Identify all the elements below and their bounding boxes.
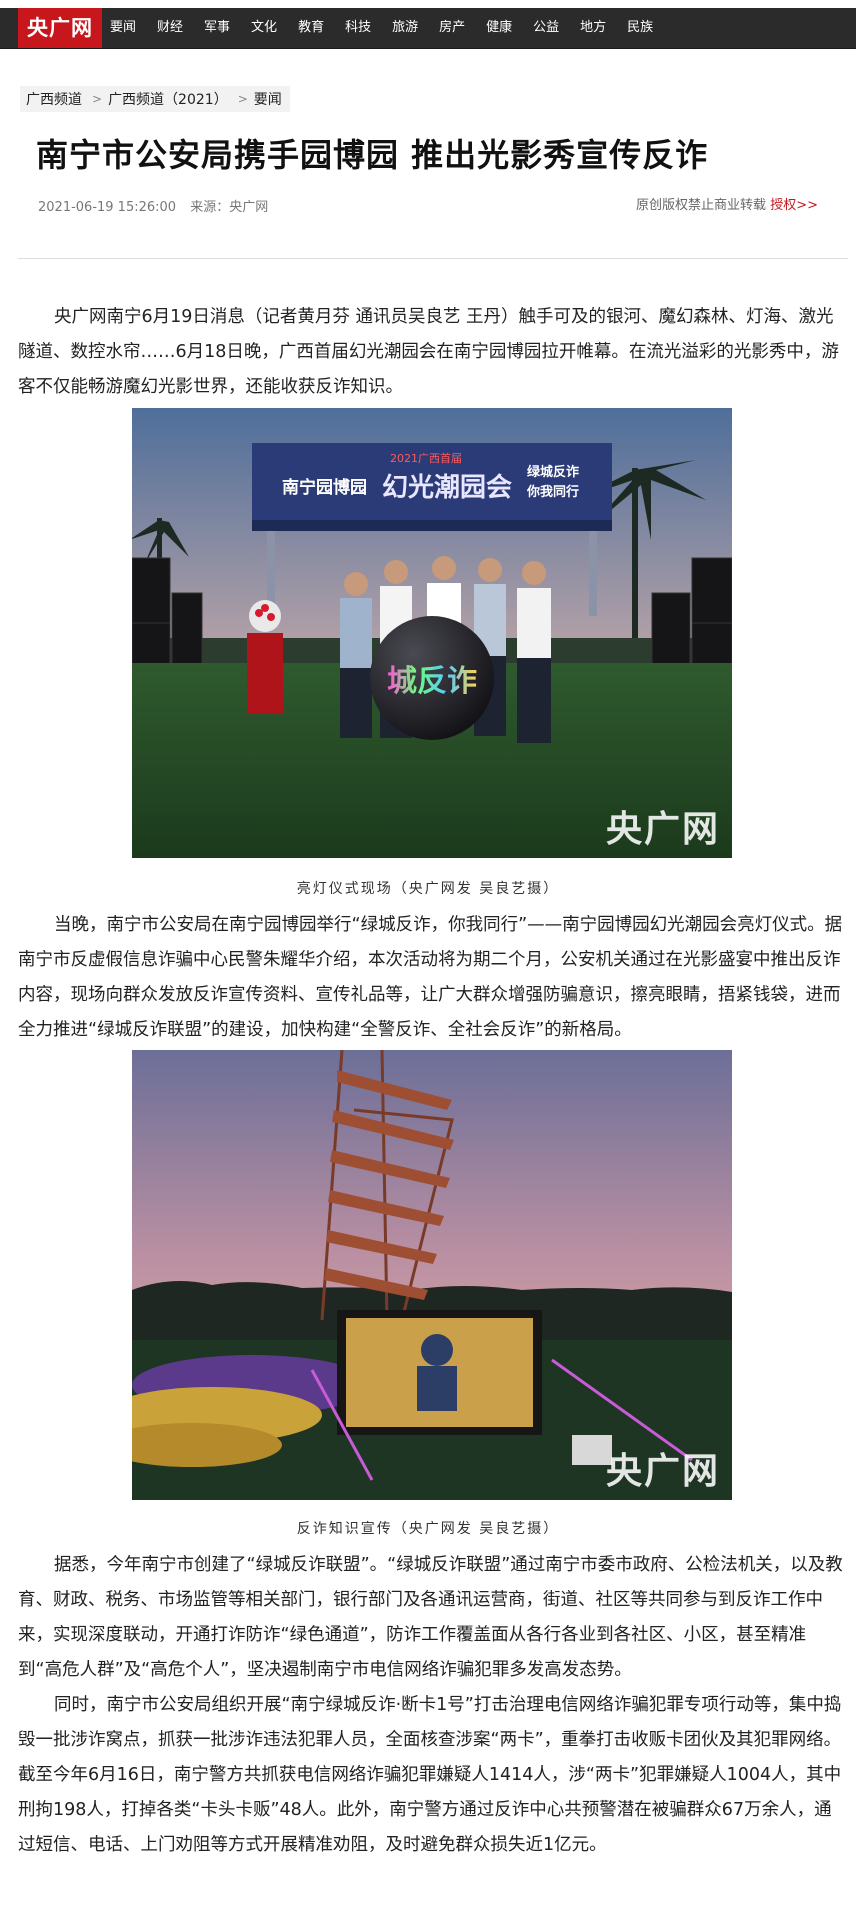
nav-item-travel[interactable]: 旅游 <box>392 8 418 48</box>
breadcrumb-item-guangxi-2021[interactable]: 广西频道（2021） <box>108 89 228 109</box>
breadcrumb-item-guangxi[interactable]: 广西频道 <box>26 89 82 109</box>
main-nav: 要闻 财经 军事 文化 教育 科技 旅游 房产 健康 公益 地方 民族 <box>110 8 674 48</box>
publish-date: 2021-06-19 15:26:00 <box>38 200 177 215</box>
header-divider <box>18 258 848 259</box>
article-paragraph: 当晚，南宁市公安局在南宁园博园举行“绿城反诈，你我同行”——南宁园博园幻光潮园会… <box>18 915 843 1040</box>
photo-watermark: 央广网 <box>605 1451 720 1492</box>
article-paragraph: 据悉，今年南宁市创建了“绿城反诈联盟”。“绿城反诈联盟”通过南宁市委市政府、公检… <box>18 1555 843 1680</box>
copyright-text: 原创版权禁止商业转载 <box>636 198 767 213</box>
nav-item-culture[interactable]: 文化 <box>251 8 277 48</box>
article-meta: 2021-06-19 15:26:00 来源：央广网 <box>38 196 268 215</box>
article-source: 来源：央广网 <box>190 200 269 215</box>
breadcrumb-item-headlines[interactable]: 要闻 <box>254 89 282 109</box>
nav-item-ethnic[interactable]: 民族 <box>627 8 653 48</box>
nav-item-charity[interactable]: 公益 <box>533 8 559 48</box>
nav-item-tech[interactable]: 科技 <box>345 8 371 48</box>
banner-slogan-2: 你我同行 <box>526 484 579 500</box>
banner-slogan-1: 绿城反诈 <box>527 464 579 480</box>
copyright-notice: 原创版权禁止商业转载 授权>> <box>636 194 818 213</box>
top-nav-bar: 央广网 要闻 财经 军事 文化 教育 科技 旅游 房产 健康 公益 地方 民族 <box>0 8 856 49</box>
breadcrumb-separator: > <box>92 92 103 106</box>
article-photo-ceremony: 南宁园博园 2021广西首届 幻光潮园会 绿城反诈 你我同行 城反诈 央广网 <box>132 408 732 858</box>
nav-item-news[interactable]: 要闻 <box>110 8 136 48</box>
screen-illustration <box>132 1050 732 1500</box>
breadcrumb-separator: > <box>237 92 248 106</box>
photo-caption: 反诈知识宣传（央广网发 吴良艺摄） <box>296 1521 560 1537</box>
nav-item-health[interactable]: 健康 <box>486 8 512 48</box>
article-title: 南宁市公安局携手园博园 推出光影秀宣传反诈 <box>36 136 709 174</box>
authorize-link[interactable]: 授权>> <box>770 198 818 213</box>
banner-year-text: 2021广西首届 <box>390 451 462 465</box>
ceremony-illustration: 南宁园博园 2021广西首届 幻光潮园会 绿城反诈 你我同行 城反诈 <box>132 408 732 858</box>
nav-item-local[interactable]: 地方 <box>580 8 606 48</box>
photo-watermark: 央广网 <box>605 809 720 850</box>
site-logo[interactable]: 央广网 <box>18 8 102 48</box>
photo-caption: 亮灯仪式现场（央广网发 吴良艺摄） <box>296 881 560 897</box>
nav-item-military[interactable]: 军事 <box>204 8 230 48</box>
nav-item-finance[interactable]: 财经 <box>157 8 183 48</box>
nav-item-realestate[interactable]: 房产 <box>439 8 465 48</box>
article-paragraph: 央广网南宁6月19日消息（记者黄月芬 通讯员吴良艺 王丹）触手可及的银河、魔幻森… <box>18 307 839 397</box>
article-photo-screen: 央广网 <box>132 1050 732 1500</box>
banner-venue-text: 南宁园博园 <box>282 477 367 498</box>
sphere-text: 城反诈 <box>387 664 477 699</box>
breadcrumb: 广西频道 > 广西频道（2021） > 要闻 <box>20 86 290 112</box>
banner-event-text: 幻光潮园会 <box>382 473 512 503</box>
article-paragraph: 同时，南宁市公安局组织开展“南宁绿城反诈·断卡1号”打击治理电信网络诈骗犯罪专项… <box>18 1695 842 1855</box>
nav-item-education[interactable]: 教育 <box>298 8 324 48</box>
